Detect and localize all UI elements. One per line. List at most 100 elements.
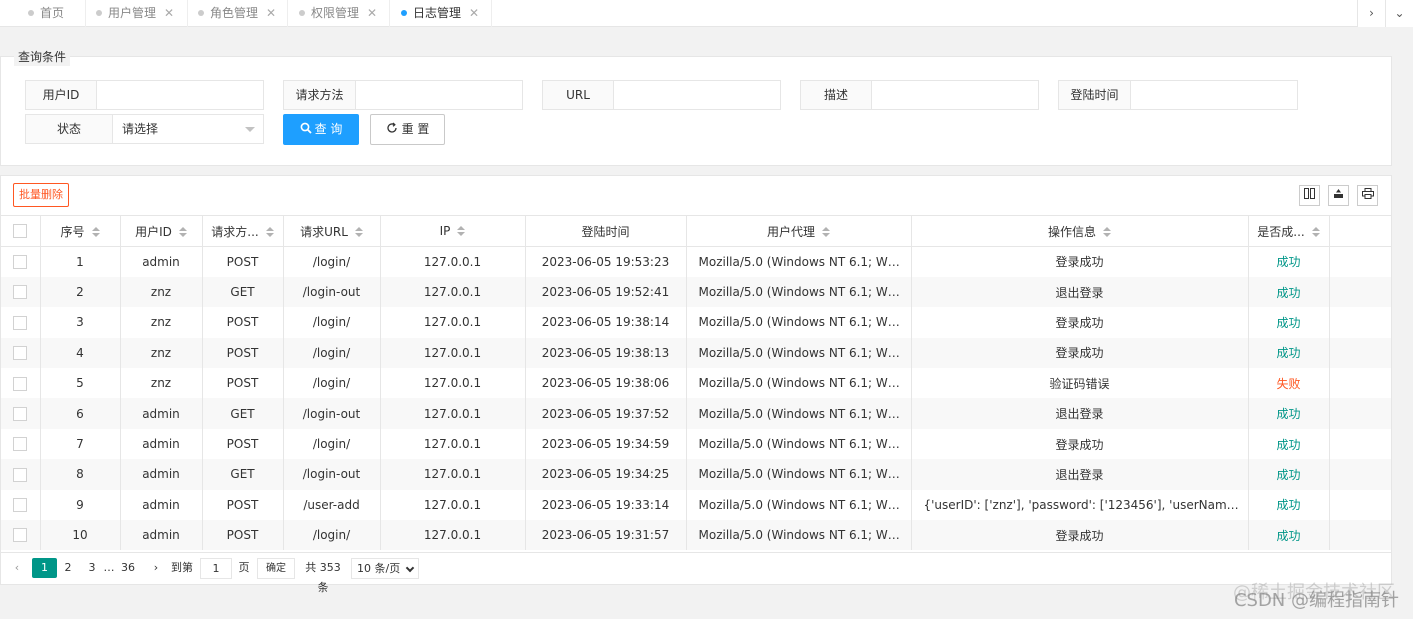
page-input[interactable]: 1 — [200, 558, 232, 579]
batch-delete-button[interactable]: 批量删除 — [13, 183, 69, 207]
column-header[interactable]: 操作信息 — [911, 215, 1249, 247]
column-header[interactable]: IP — [380, 215, 526, 247]
cell-agent: Mozilla/5.0 (Windows NT 6.1; WOW64) A — [686, 307, 912, 338]
table-row: 7 admin POST/login/127.0.0.1 2023-06-05 19:… — [1, 428, 1392, 460]
row-checkbox[interactable] — [1, 428, 41, 460]
column-header[interactable]: 登陆时间 — [525, 215, 687, 247]
column-header[interactable]: 请求方... — [202, 215, 284, 247]
cell-time: 2023-06-05 19:34:59 — [525, 428, 687, 460]
select-all-checkbox[interactable] — [1, 215, 41, 247]
sort-icon[interactable] — [91, 226, 100, 238]
cell-url: /login/ — [283, 246, 381, 277]
close-icon[interactable]: ✕ — [469, 0, 479, 27]
status-select[interactable]: 请选择 — [113, 115, 263, 143]
row-checkbox[interactable] — [1, 307, 41, 338]
cell-info: 验证码错误 — [911, 368, 1249, 399]
column-header[interactable]: 请求URL — [283, 215, 381, 247]
page-2[interactable]: 2 — [60, 558, 76, 578]
tab-user-management[interactable]: 用户管理 ✕ — [86, 0, 188, 27]
sort-icon[interactable] — [178, 226, 187, 238]
cell-time: 2023-06-05 19:33:14 — [525, 489, 687, 521]
cell-user: znz — [120, 368, 203, 399]
cell-agent: Mozilla/5.0 (Windows NT 6.1; WOW64) A — [686, 398, 912, 429]
confirm-button[interactable]: 确定 — [257, 558, 295, 579]
tab-label: 日志管理 — [413, 6, 462, 20]
row-checkbox[interactable] — [1, 368, 41, 399]
cell-result: 成功 — [1248, 520, 1330, 551]
checkbox-icon — [13, 498, 28, 513]
sort-icon[interactable] — [822, 226, 830, 238]
cell-time: 2023-06-05 19:53:23 — [525, 246, 687, 277]
status-placeholder: 请选择 — [122, 122, 159, 136]
sort-icon[interactable] — [265, 226, 274, 238]
row-checkbox[interactable] — [1, 246, 41, 277]
table-row: 10 admin POST/login/127.0.0.1 2023-06-05 19… — [1, 520, 1392, 551]
tab-bar: 首页 用户管理 ✕ 角色管理 ✕ 权限管理 ✕ 日志管理 ✕ › ⌄ — [0, 0, 1413, 27]
query-label: 查 询 — [314, 122, 343, 136]
sort-icon[interactable] — [354, 226, 363, 238]
cell-user: znz — [120, 337, 203, 369]
cell-ip: 127.0.0.1 — [380, 337, 526, 369]
page-size-select[interactable]: 10 条/页 — [351, 558, 419, 579]
cell-spacer — [1329, 398, 1392, 429]
query-button[interactable]: 查 询 — [283, 114, 359, 145]
tab-label: 用户管理 — [108, 6, 157, 20]
column-header[interactable]: 序号 — [40, 215, 121, 247]
cell-time: 2023-06-05 19:34:25 — [525, 459, 687, 490]
page-1[interactable]: 1 — [32, 558, 57, 578]
column-header[interactable]: 用户ID — [120, 215, 203, 247]
cell-method: POST — [202, 520, 284, 551]
cell-result: 成功 — [1248, 337, 1330, 369]
chevron-right-icon[interactable]: › — [147, 558, 165, 578]
column-header[interactable]: 用户代理 — [686, 215, 912, 247]
request-method-input[interactable] — [356, 81, 522, 109]
column-header[interactable]: 是否成... — [1248, 215, 1330, 247]
sort-icon[interactable] — [457, 226, 466, 237]
chevron-left-icon[interactable]: ‹ — [8, 558, 26, 578]
chevron-down-icon[interactable]: ⌄ — [1385, 0, 1413, 27]
page-3[interactable]: 3 — [84, 558, 100, 578]
close-icon[interactable]: ✕ — [367, 0, 377, 27]
sort-icon[interactable] — [1311, 226, 1320, 238]
cell-time: 2023-06-05 19:38:06 — [525, 368, 687, 399]
chevron-right-icon[interactable]: › — [1357, 0, 1385, 27]
sort-icon[interactable] — [1103, 226, 1111, 238]
page-36[interactable]: 36 — [117, 558, 139, 578]
cell-ip: 127.0.0.1 — [380, 307, 526, 338]
cell-info: 退出登录 — [911, 459, 1249, 490]
checkbox-icon — [13, 224, 28, 239]
row-checkbox[interactable] — [1, 489, 41, 521]
cell-url: /login-out — [283, 276, 381, 308]
tab-home[interactable]: 首页 — [0, 0, 86, 27]
cell-agent: Mozilla/5.0 (Windows NT 6.1; WOW64) A — [686, 459, 912, 490]
cell-spacer — [1329, 489, 1392, 521]
tab-role-management[interactable]: 角色管理 ✕ — [188, 0, 288, 27]
cell-method: POST — [202, 307, 284, 338]
row-checkbox[interactable] — [1, 459, 41, 490]
checkbox-icon — [13, 346, 28, 361]
columns-filter-icon[interactable] — [1299, 185, 1320, 206]
cell-agent: Mozilla/5.0 (Windows NT 6.1; WOW64) A — [686, 368, 912, 399]
header-label: 请求方... — [211, 224, 259, 239]
tab-permission-management[interactable]: 权限管理 ✕ — [288, 0, 390, 27]
cell-ip: 127.0.0.1 — [380, 398, 526, 429]
reset-button[interactable]: 重 置 — [370, 114, 445, 145]
login-time-input[interactable] — [1131, 81, 1297, 109]
tab-log-management[interactable]: 日志管理 ✕ — [390, 0, 492, 27]
row-checkbox[interactable] — [1, 276, 41, 308]
description-input[interactable] — [872, 81, 1038, 109]
url-input[interactable] — [614, 81, 780, 109]
close-icon[interactable]: ✕ — [164, 0, 174, 27]
cell-no: 3 — [40, 307, 121, 338]
row-checkbox[interactable] — [1, 337, 41, 369]
cell-ip: 127.0.0.1 — [380, 276, 526, 308]
row-checkbox[interactable] — [1, 398, 41, 429]
checkbox-icon — [13, 467, 28, 482]
export-icon[interactable] — [1328, 185, 1349, 206]
cell-method: GET — [202, 276, 284, 308]
cell-ip: 127.0.0.1 — [380, 246, 526, 277]
close-icon[interactable]: ✕ — [266, 0, 276, 27]
print-icon[interactable] — [1357, 185, 1378, 206]
row-checkbox[interactable] — [1, 520, 41, 551]
user-id-input[interactable] — [97, 81, 263, 109]
